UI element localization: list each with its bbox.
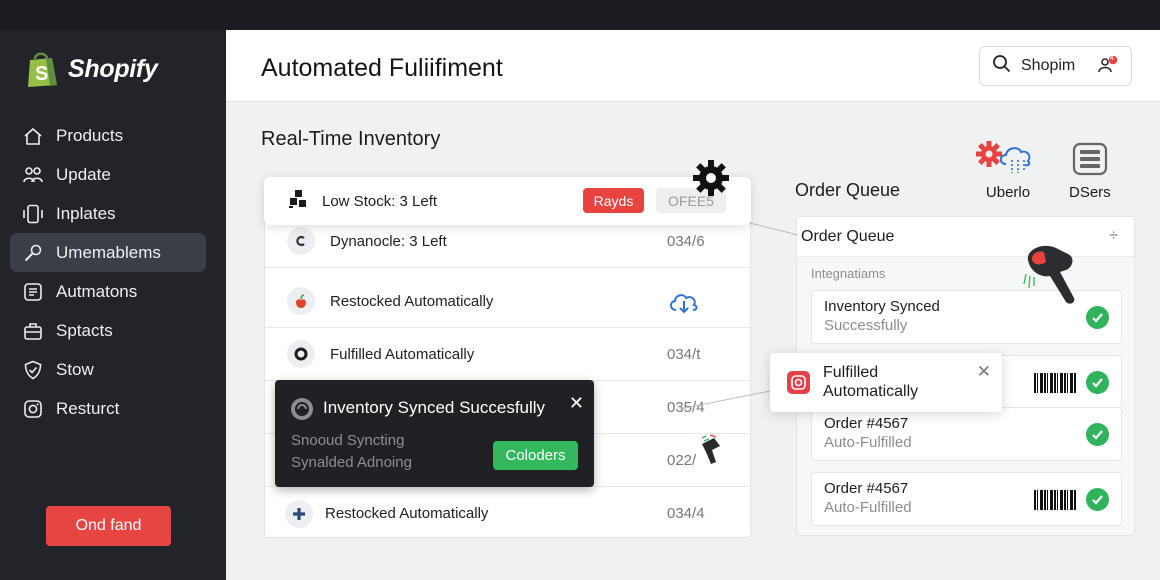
settings-gear-icon[interactable] bbox=[691, 158, 731, 203]
window-top-bar bbox=[0, 0, 1160, 30]
sidebar-item-stow[interactable]: Stow bbox=[10, 350, 206, 389]
low-stock-row[interactable]: Low Stock: 3 Left Rayds OFEE5 bbox=[264, 177, 751, 225]
ond-fand-button[interactable]: Ond fand bbox=[46, 506, 171, 546]
wrench-icon bbox=[22, 242, 44, 264]
sidebar-item-label: Update bbox=[56, 164, 111, 184]
instagram-icon bbox=[22, 398, 44, 420]
phone-icon bbox=[22, 203, 44, 225]
shield-icon bbox=[22, 359, 44, 381]
toast-title: Inventory Synced Succesfully bbox=[323, 398, 546, 417]
close-icon[interactable]: ✕ bbox=[569, 393, 584, 414]
users-icon bbox=[22, 164, 44, 186]
sidebar-item-label: Products bbox=[56, 125, 124, 145]
fulfilled-popup: Fulfilled Automatically ✕ bbox=[770, 353, 1002, 412]
sidebar-nav: Products Update Inplates Umemablems Autm… bbox=[10, 116, 206, 428]
shopify-bag-icon: S bbox=[26, 50, 60, 88]
sidebar-item-label: Stow bbox=[56, 359, 94, 379]
sidebar-item-label: Autmatons bbox=[56, 281, 138, 301]
sidebar-item-label: Umemablems bbox=[56, 242, 161, 262]
briefcase-icon bbox=[22, 320, 44, 342]
sidebar-item-label: Inplates bbox=[56, 203, 116, 223]
close-icon[interactable]: ✕ bbox=[977, 362, 991, 382]
brand-logo[interactable]: S Shopify bbox=[26, 50, 158, 88]
status-badge-red[interactable]: Rayds bbox=[583, 188, 644, 213]
instagram-icon bbox=[787, 371, 810, 394]
sidebar-item-resturct[interactable]: Resturct bbox=[10, 389, 206, 428]
sidebar-item-inplates[interactable]: Inplates bbox=[10, 194, 206, 233]
sync-circle-icon bbox=[290, 397, 314, 426]
sidebar-item-label: Resturct bbox=[56, 398, 120, 418]
sidebar-item-products[interactable]: Products bbox=[10, 116, 206, 155]
coloders-button[interactable]: Coloders bbox=[493, 441, 578, 470]
popup-text: Fulfilled Automatically bbox=[823, 364, 919, 400]
sidebar-item-update[interactable]: Update bbox=[10, 155, 206, 194]
toast-line-2: Synalded Adnoing bbox=[291, 454, 412, 471]
toast-line-1: Snooud Syncting bbox=[291, 432, 405, 449]
barcode-scanner-icon bbox=[700, 434, 726, 473]
main-content: Automated Fuliifiment Shopim 4 Real-Time… bbox=[226, 30, 1160, 580]
low-stock-label: Low Stock: 3 Left bbox=[322, 192, 438, 210]
sidebar-item-umemablems[interactable]: Umemablems bbox=[10, 233, 206, 272]
sidebar-item-label: Sptacts bbox=[56, 320, 113, 340]
connector-lines bbox=[679, 221, 799, 410]
sidebar-item-sptacts[interactable]: Sptacts bbox=[10, 311, 206, 350]
sidebar: S Shopify Products Update Inplates Umema… bbox=[0, 30, 226, 580]
svg-text:S: S bbox=[35, 63, 48, 85]
barcode-scanner-icon bbox=[1022, 240, 1088, 317]
home-icon bbox=[22, 125, 44, 147]
sidebar-item-autmatons[interactable]: Autmatons bbox=[10, 272, 206, 311]
boxes-icon bbox=[288, 189, 308, 214]
brand-name: Shopify bbox=[68, 54, 158, 83]
sync-toast: Inventory Synced Succesfully ✕ Snooud Sy… bbox=[275, 380, 594, 487]
list-icon bbox=[22, 281, 44, 303]
